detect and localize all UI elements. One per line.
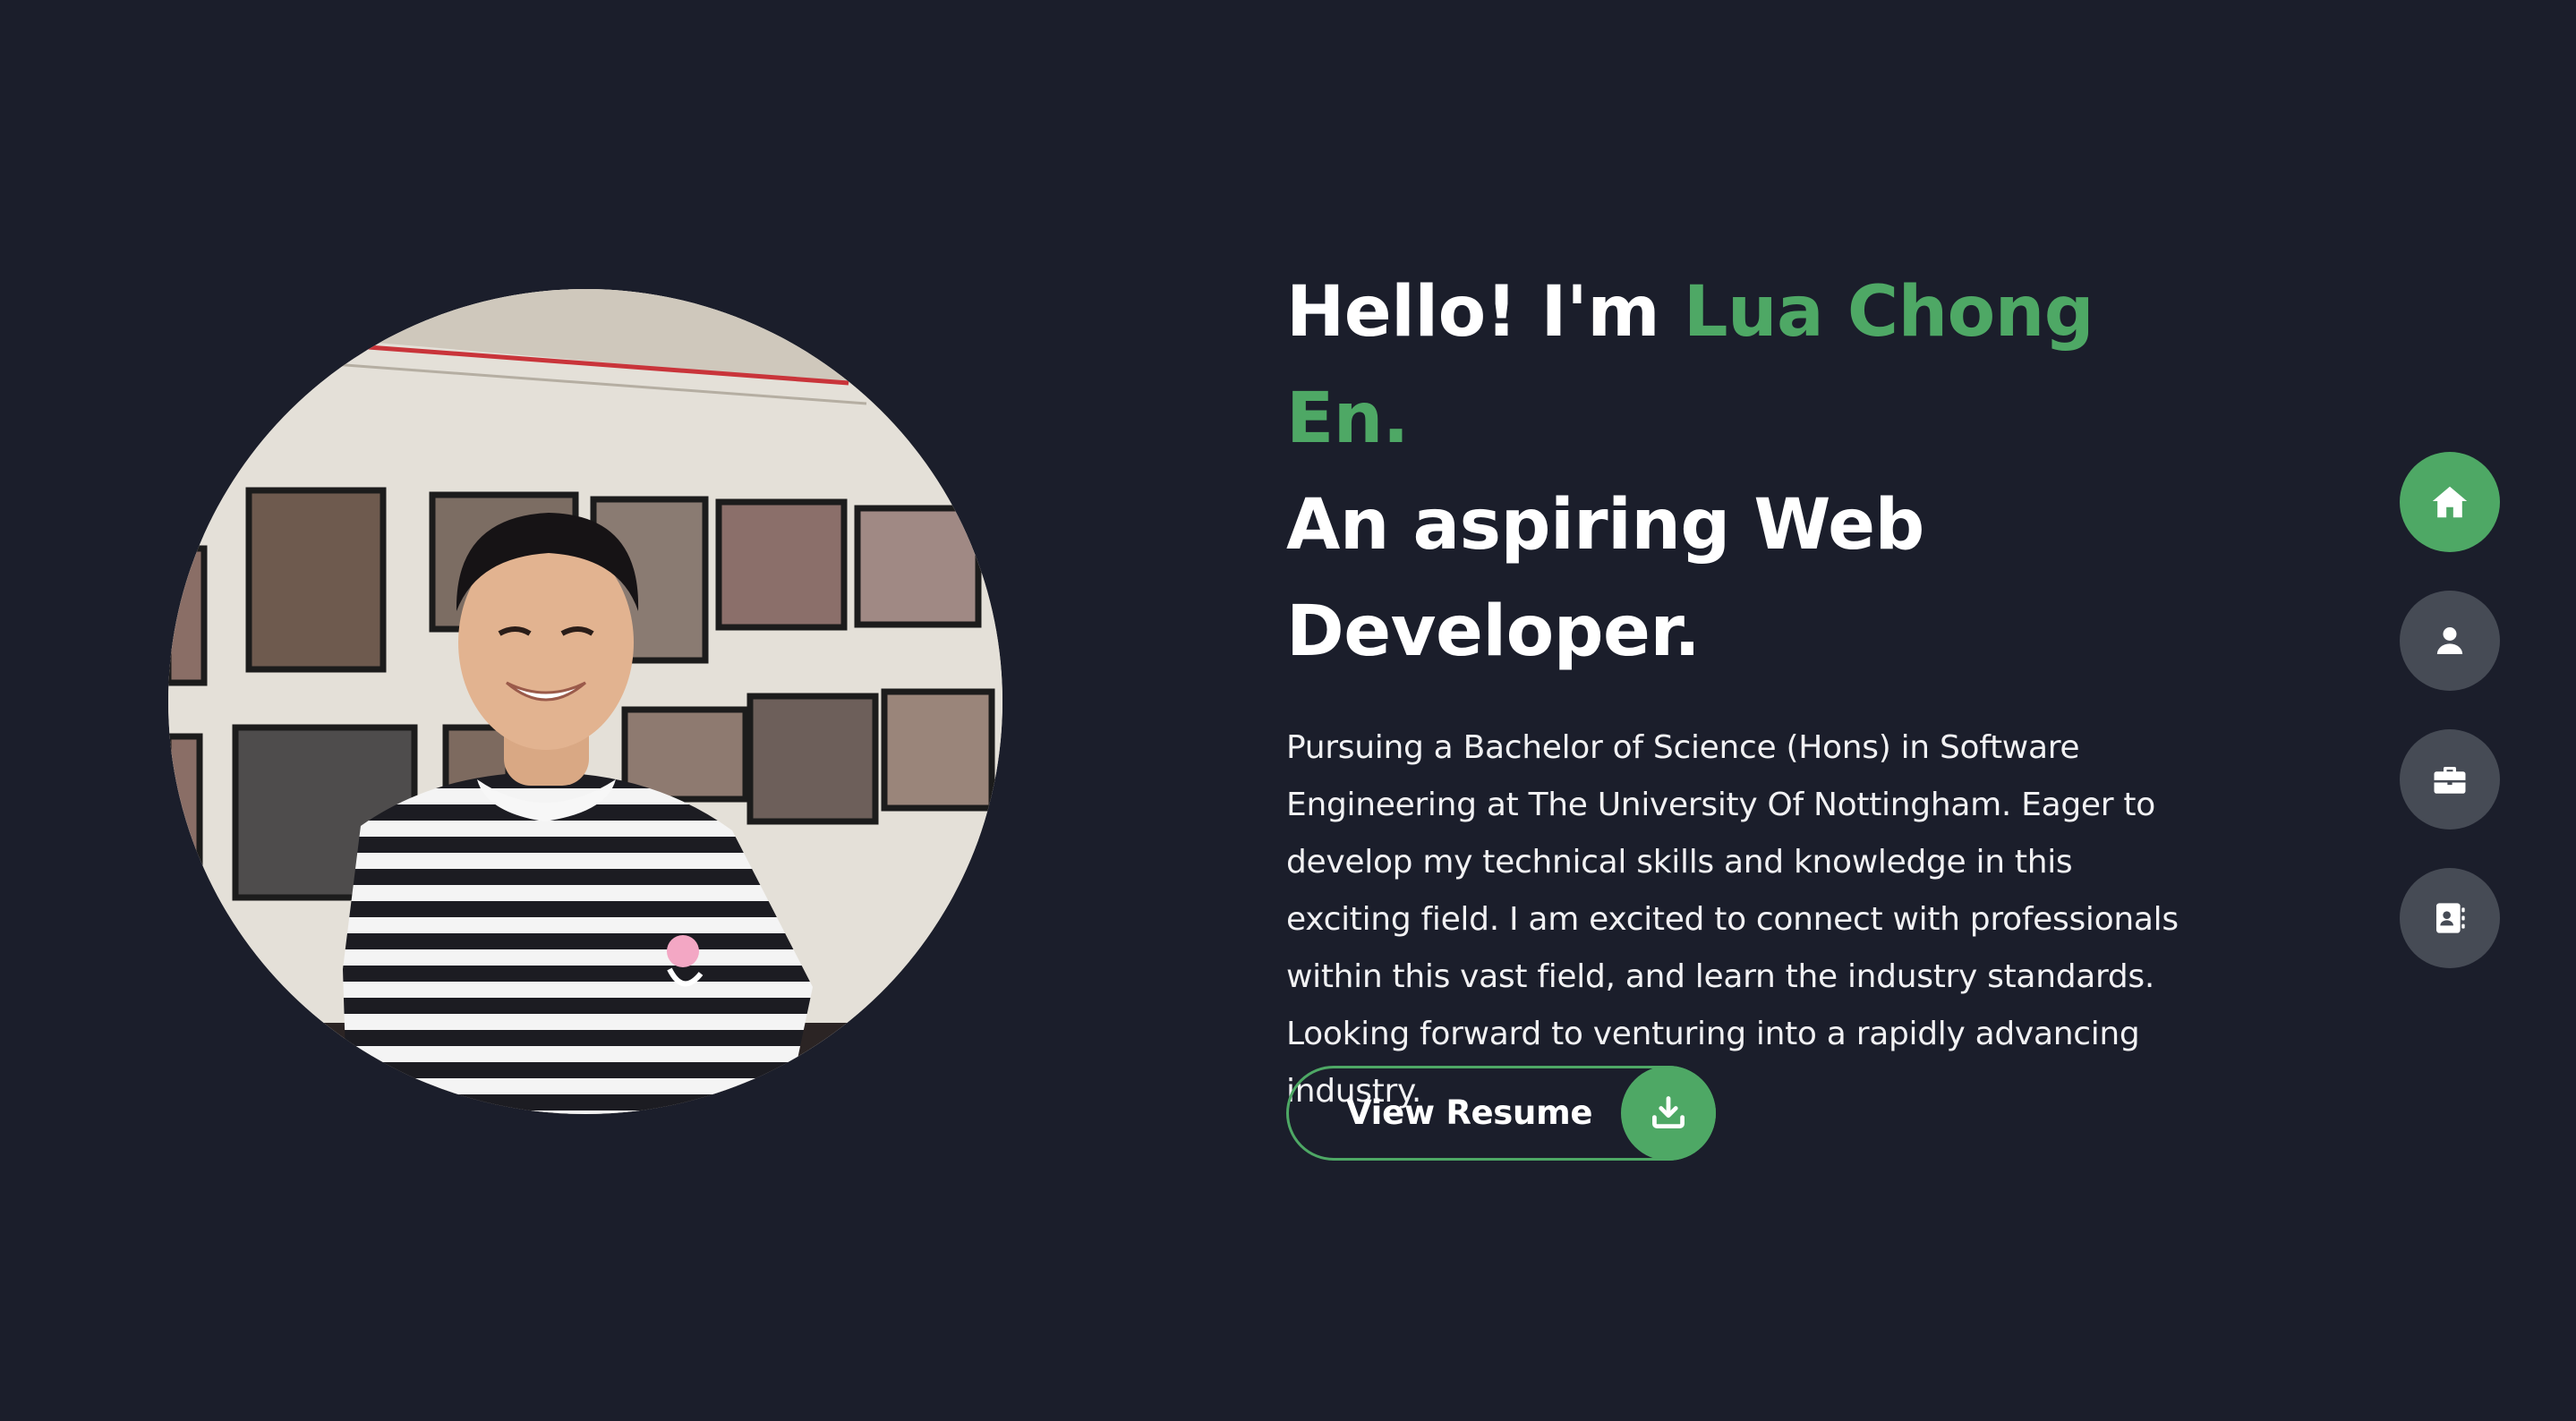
- briefcase-icon: [2434, 767, 2466, 794]
- view-resume-button[interactable]: View Resume: [1286, 1066, 1716, 1161]
- nav-projects-button[interactable]: [2400, 729, 2500, 830]
- download-icon: [1621, 1066, 1716, 1161]
- nav-about-button[interactable]: [2400, 591, 2500, 691]
- user-icon: [2436, 627, 2463, 654]
- hero-headline: Hello! I'm Lua Chong En. An aspiring Web…: [1286, 260, 2226, 685]
- greeting-text: Hello! I'm: [1286, 272, 1660, 353]
- profile-photo: [168, 289, 1002, 1114]
- nav-home-button[interactable]: [2400, 452, 2500, 552]
- side-nav: [2400, 452, 2500, 1007]
- nav-contact-button[interactable]: [2400, 868, 2500, 968]
- home-icon: [2432, 486, 2468, 518]
- contact-card-icon: [2436, 903, 2465, 933]
- bio-paragraph: Pursuing a Bachelor of Science (Hons) in…: [1286, 729, 2179, 1110]
- tagline-line-1: An aspiring Web: [1286, 485, 1924, 566]
- home-section: Hello! I'm Lua Chong En. An aspiring Web…: [0, 0, 2576, 1421]
- view-resume-label: View Resume: [1346, 1093, 1593, 1132]
- tagline-line-2: Developer.: [1286, 591, 1701, 672]
- hero-intro: Hello! I'm Lua Chong En. An aspiring Web…: [1286, 260, 2226, 1120]
